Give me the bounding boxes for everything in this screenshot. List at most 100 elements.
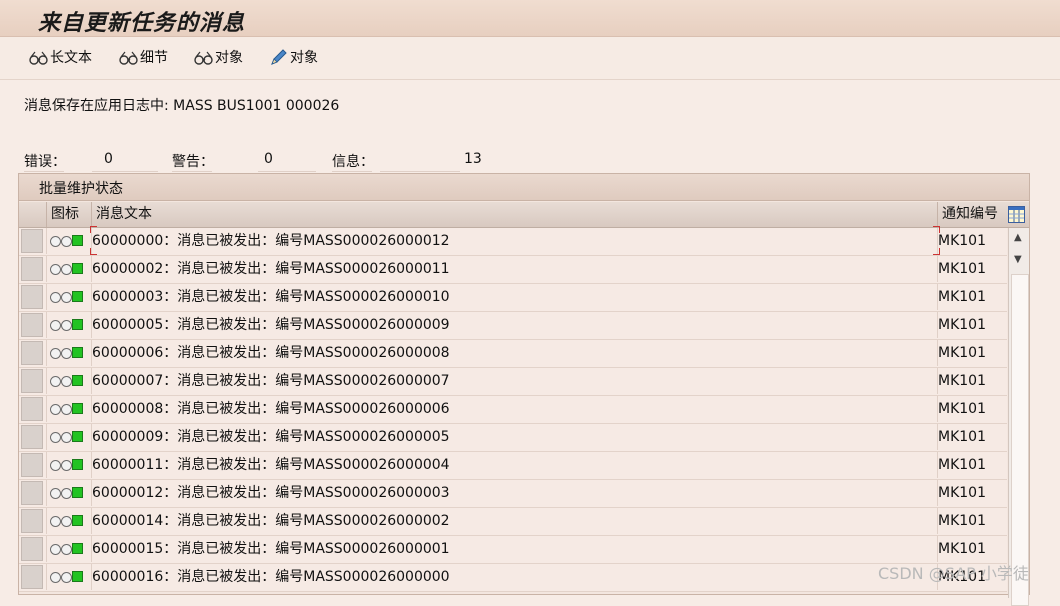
- title-bar: 来自更新任务的消息: [0, 0, 1060, 37]
- divider: [24, 171, 64, 172]
- long-text-button[interactable]: 长文本: [28, 47, 92, 69]
- row-selector[interactable]: [21, 537, 43, 561]
- table-row[interactable]: 60000015：消息已被发出：编号MASS000026000001 MK101: [19, 536, 1007, 564]
- row-selector[interactable]: [21, 229, 43, 253]
- message-text: 60000008：消息已被发出：编号MASS000026000006: [91, 396, 938, 422]
- row-selector[interactable]: [21, 397, 43, 421]
- message-text: 60000015：消息已被发出：编号MASS000026000001: [91, 536, 938, 562]
- table-row[interactable]: 60000011：消息已被发出：编号MASS000026000004 MK101: [19, 452, 1007, 480]
- status-light-icon: [46, 480, 92, 506]
- yellow-light-off-icon: [61, 320, 72, 331]
- table-row[interactable]: 60000009：消息已被发出：编号MASS000026000005 MK101: [19, 424, 1007, 452]
- display-object-button[interactable]: 对象: [193, 47, 243, 69]
- status-light-icon: [46, 452, 92, 478]
- message-text: 60000000：消息已被发出：编号MASS000026000012: [90, 226, 940, 255]
- status-light-icon: [46, 256, 92, 282]
- yellow-light-off-icon: [61, 572, 72, 583]
- display-object-label: 对象: [215, 50, 243, 66]
- table-row[interactable]: 60000003：消息已被发出：编号MASS000026000010 MK101: [19, 284, 1007, 312]
- row-selector[interactable]: [21, 425, 43, 449]
- edit-object-button[interactable]: 对象: [268, 47, 318, 69]
- red-light-off-icon: [50, 432, 61, 443]
- details-button[interactable]: 细节: [118, 47, 168, 69]
- row-selector[interactable]: [21, 509, 43, 533]
- row-selector[interactable]: [21, 285, 43, 309]
- green-light-icon: [72, 515, 83, 526]
- row-selector[interactable]: [21, 565, 43, 589]
- column-header-icon[interactable]: 图标: [46, 202, 91, 227]
- vertical-scrollbar[interactable]: ▲ ▼: [1008, 228, 1029, 606]
- green-light-icon: [72, 487, 83, 498]
- row-selector[interactable]: [21, 257, 43, 281]
- notification-number: MK101: [937, 256, 1008, 282]
- table-row[interactable]: 60000008：消息已被发出：编号MASS000026000006 MK101: [19, 396, 1007, 424]
- long-text-label: 长文本: [50, 50, 92, 66]
- focus-corner-mark: [90, 226, 97, 233]
- row-selector[interactable]: [21, 313, 43, 337]
- notification-number: MK101: [937, 452, 1008, 478]
- status-light-icon: [46, 508, 92, 534]
- message-text: 60000011：消息已被发出：编号MASS000026000004: [91, 452, 938, 478]
- yellow-light-off-icon: [61, 516, 72, 527]
- table-row[interactable]: 60000002：消息已被发出：编号MASS000026000011 MK101: [19, 256, 1007, 284]
- notification-number: MK101: [937, 480, 1008, 506]
- table-row[interactable]: 60000012：消息已被发出：编号MASS000026000003 MK101: [19, 480, 1007, 508]
- row-selector[interactable]: [21, 369, 43, 393]
- column-header-text[interactable]: 消息文本: [91, 202, 937, 227]
- table-row[interactable]: 60000000：消息已被发出：编号MASS000026000012 MK101: [19, 226, 1008, 256]
- red-light-off-icon: [50, 376, 61, 387]
- table-row[interactable]: 60000007：消息已被发出：编号MASS000026000007 MK101: [19, 368, 1007, 396]
- status-light-icon: [46, 228, 92, 254]
- yellow-light-off-icon: [61, 432, 72, 443]
- log-info-text: 消息保存在应用日志中: MASS BUS1001 000026: [24, 98, 340, 114]
- scroll-up-icon[interactable]: ▲: [1014, 232, 1022, 243]
- message-text: 60000006：消息已被发出：编号MASS000026000008: [91, 340, 938, 366]
- table-row[interactable]: 60000005：消息已被发出：编号MASS000026000009 MK101: [19, 312, 1007, 340]
- notification-number: MK101: [937, 536, 1008, 562]
- panel-title: 批量维护状态: [39, 181, 123, 197]
- row-selector[interactable]: [21, 453, 43, 477]
- green-light-icon: [72, 347, 83, 358]
- toolbar: 长文本 细节 对象 对象: [0, 37, 1060, 80]
- message-text: 60000003：消息已被发出：编号MASS000026000010: [91, 284, 938, 310]
- divider: [92, 171, 158, 172]
- pencil-icon: [268, 49, 290, 67]
- row-selector[interactable]: [21, 341, 43, 365]
- divider: [380, 171, 460, 172]
- green-light-icon: [72, 403, 83, 414]
- yellow-light-off-icon: [61, 348, 72, 359]
- focus-corner-mark: [90, 248, 97, 255]
- status-light-icon: [46, 536, 92, 562]
- table-header: 图标 消息文本 通知编号: [19, 202, 1029, 228]
- status-light-icon: [46, 284, 92, 310]
- divider: [332, 171, 372, 172]
- select-all-header[interactable]: [19, 202, 46, 227]
- glasses-icon: [118, 49, 140, 67]
- scroll-down-icon[interactable]: ▼: [1014, 254, 1022, 265]
- row-selector[interactable]: [21, 481, 43, 505]
- window-title: 来自更新任务的消息: [38, 10, 246, 36]
- table-row[interactable]: 60000014：消息已被发出：编号MASS000026000002 MK101: [19, 508, 1007, 536]
- message-text: 60000005：消息已被发出：编号MASS000026000009: [91, 312, 938, 338]
- layout-settings-icon[interactable]: [1008, 206, 1025, 223]
- yellow-light-off-icon: [61, 460, 72, 471]
- table-row[interactable]: 60000016：消息已被发出：编号MASS000026000000 MK101: [19, 564, 1007, 592]
- red-light-off-icon: [50, 348, 61, 359]
- red-light-off-icon: [50, 488, 61, 499]
- yellow-light-off-icon: [61, 264, 72, 275]
- yellow-light-off-icon: [61, 376, 72, 387]
- message-text: 60000012：消息已被发出：编号MASS000026000003: [91, 480, 938, 506]
- table-row[interactable]: 60000006：消息已被发出：编号MASS000026000008 MK101: [19, 340, 1007, 368]
- green-light-icon: [72, 319, 83, 330]
- status-light-icon: [46, 564, 92, 590]
- green-light-icon: [72, 291, 83, 302]
- message-text: 60000016：消息已被发出：编号MASS000026000000: [91, 564, 938, 590]
- notification-number: MK101: [937, 228, 1008, 254]
- message-text: 60000007：消息已被发出：编号MASS000026000007: [91, 368, 938, 394]
- notification-number: MK101: [937, 424, 1008, 450]
- message-text: 60000009：消息已被发出：编号MASS000026000005: [91, 424, 938, 450]
- details-label: 细节: [140, 50, 168, 66]
- scrollbar-track[interactable]: [1011, 274, 1029, 606]
- warnings-value: 0: [264, 151, 273, 167]
- column-header-number[interactable]: 通知编号: [937, 202, 1007, 227]
